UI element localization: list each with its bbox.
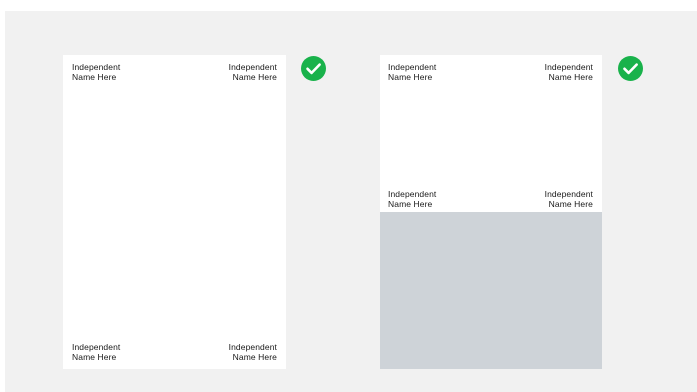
left-bottom-left-label: Independent Name Here <box>72 342 121 362</box>
left-top-right-label: Independent Name Here <box>228 62 277 82</box>
gray-content-block <box>380 212 602 369</box>
check-circle-icon <box>301 56 326 81</box>
right-mid-left-label: Independent Name Here <box>388 189 437 209</box>
left-top-left-label: Independent Name Here <box>72 62 121 82</box>
check-circle-icon <box>618 56 643 81</box>
right-layout-panel: Independent Name Here Independent Name H… <box>380 55 602 369</box>
canvas: Independent Name Here Independent Name H… <box>5 11 697 392</box>
right-top-left-label: Independent Name Here <box>388 62 437 82</box>
left-bottom-right-label: Independent Name Here <box>228 342 277 362</box>
right-mid-right-label: Independent Name Here <box>544 189 593 209</box>
right-top-right-label: Independent Name Here <box>544 62 593 82</box>
left-layout-panel: Independent Name Here Independent Name H… <box>63 55 286 369</box>
